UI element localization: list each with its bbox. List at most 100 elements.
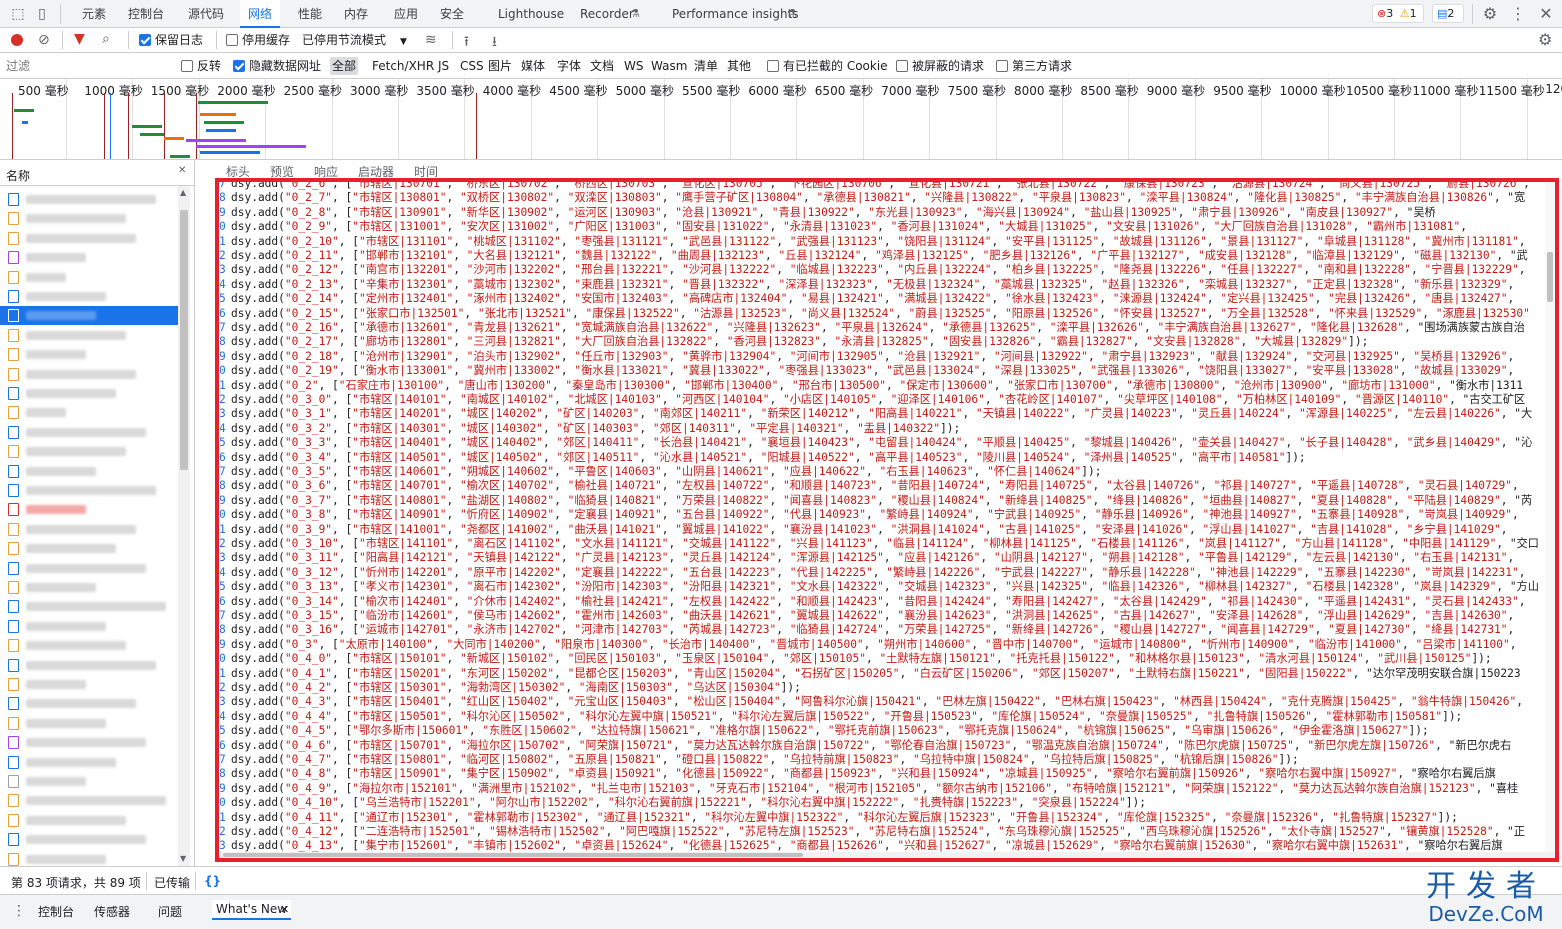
list-item[interactable]	[0, 753, 178, 772]
list-item[interactable]	[0, 539, 178, 558]
network-settings-gear-icon[interactable]: ⚙	[1538, 30, 1552, 49]
drawer-tab-0[interactable]: 控制台	[38, 903, 74, 920]
list-item[interactable]	[0, 462, 178, 481]
list-item[interactable]	[0, 656, 178, 675]
list-item[interactable]	[0, 248, 178, 267]
checkbox-unchecked-icon[interactable]	[767, 60, 779, 72]
filter-type-2[interactable]: JS	[436, 57, 451, 75]
filter-type-0[interactable]: 全部	[330, 57, 359, 75]
filter-type-1[interactable]: Fetch/XHR	[370, 57, 436, 75]
list-item[interactable]	[0, 714, 178, 733]
hide-data-urls-checkbox[interactable]: 隐藏数据网址	[233, 58, 321, 74]
scroll-up-icon[interactable]: ▲	[180, 188, 186, 197]
search-icon[interactable]: ⌕	[102, 31, 110, 47]
tab-4[interactable]: 性能	[290, 0, 330, 28]
filter-input[interactable]	[4, 56, 170, 76]
drawer-menu-icon[interactable]: ⋮	[12, 903, 26, 919]
list-item[interactable]	[0, 636, 178, 655]
list-item[interactable]	[0, 345, 178, 364]
checkbox-unchecked-icon[interactable]	[181, 60, 193, 72]
list-item[interactable]	[0, 268, 178, 287]
third-party-checkbox[interactable]: 第三方请求	[996, 58, 1072, 74]
filter-type-10[interactable]: 清单	[692, 57, 720, 75]
invert-checkbox[interactable]: 反转	[181, 58, 221, 74]
settings-gear-icon[interactable]: ⚙	[1482, 6, 1498, 22]
tab-3[interactable]: 网络	[240, 0, 281, 28]
filter-type-8[interactable]: WS	[622, 57, 645, 75]
tab-2[interactable]: 源代码	[180, 0, 232, 28]
list-item[interactable]	[0, 597, 178, 616]
list-item[interactable]	[0, 442, 178, 461]
list-item[interactable]	[0, 229, 178, 248]
list-item[interactable]	[0, 830, 178, 849]
filter-type-3[interactable]: CSS	[458, 57, 486, 75]
list-header[interactable]: 名称 ✕	[0, 160, 194, 186]
export-har-icon[interactable]: ⭳	[492, 31, 497, 55]
network-conditions-icon[interactable]: ≋	[425, 32, 437, 48]
issues-badge[interactable]: ⊗3 ⚠1	[1372, 4, 1424, 23]
record-icon[interactable]	[11, 34, 23, 46]
tab-0[interactable]: 元素	[74, 0, 114, 28]
close-devtools-icon[interactable]: ✕	[1538, 6, 1554, 22]
filter-type-4[interactable]: 图片	[486, 57, 514, 75]
scroll-down-icon[interactable]: ▼	[180, 854, 186, 863]
tab-10[interactable]: Performance insights	[664, 0, 807, 28]
checkbox-unchecked-icon[interactable]	[996, 60, 1008, 72]
list-item[interactable]	[0, 287, 178, 306]
inspect-element-icon[interactable]: ⬚	[10, 6, 26, 22]
blocked-cookies-checkbox[interactable]: 有已拦截的 Cookie	[767, 58, 888, 74]
disable-cache-checkbox[interactable]: 停用缓存	[226, 32, 290, 49]
list-item[interactable]	[0, 423, 178, 442]
filter-type-6[interactable]: 字体	[555, 57, 583, 75]
filter-type-9[interactable]: Wasm	[649, 57, 689, 75]
drawer-tab-2[interactable]: 问题	[158, 903, 182, 920]
device-toolbar-icon[interactable]: ▯	[34, 6, 50, 22]
list-item[interactable]	[0, 403, 178, 422]
preserve-log-checkbox[interactable]: 保留日志	[139, 32, 203, 49]
code-horizontal-scrollbar[interactable]	[219, 852, 1555, 858]
list-item[interactable]	[0, 811, 178, 830]
import-har-icon[interactable]: ⭱	[464, 31, 469, 55]
list-item[interactable]	[0, 209, 178, 228]
tab-6[interactable]: 应用	[386, 0, 426, 28]
messages-badge[interactable]: ▤2	[1432, 4, 1464, 23]
blocked-requests-checkbox[interactable]: 被屏蔽的请求	[896, 58, 984, 74]
list-item[interactable]	[0, 384, 178, 403]
tab-1[interactable]: 控制台	[120, 0, 172, 28]
response-viewer[interactable]: 7 dsy.add("0_2_6", ["市辖区|130701", "桥东区|13…	[215, 178, 1559, 862]
filter-type-11[interactable]: 其他	[725, 57, 753, 75]
code-scrollbar-thumb[interactable]	[1547, 252, 1553, 302]
tab-5[interactable]: 内存	[336, 0, 376, 28]
list-item[interactable]	[0, 578, 178, 597]
network-overview-timeline[interactable]: 500 毫秒 1000 毫秒 1500 毫秒 2000 毫秒 2500 毫秒 3000 毫…	[0, 79, 1562, 160]
code-hscroll-thumb[interactable]	[223, 853, 803, 857]
list-item[interactable]	[0, 694, 178, 713]
close-tab-icon[interactable]: ✕	[280, 903, 289, 916]
list-item[interactable]	[0, 675, 178, 694]
list-item[interactable]	[0, 190, 178, 209]
filter-icon[interactable]: ▼	[74, 31, 85, 47]
list-item[interactable]	[0, 365, 178, 384]
list-scrollbar-thumb[interactable]	[180, 210, 188, 470]
close-icon[interactable]: ✕	[178, 165, 186, 176]
list-item[interactable]	[0, 617, 178, 636]
list-item[interactable]	[0, 481, 178, 500]
list-item[interactable]	[0, 733, 178, 752]
list-item[interactable]	[0, 559, 178, 578]
filter-type-7[interactable]: 文档	[588, 57, 616, 75]
list-item[interactable]	[0, 850, 178, 866]
clear-icon[interactable]: ⊘	[38, 32, 50, 48]
throttling-select[interactable]: 已停用节流模式 ▼	[302, 32, 407, 49]
drawer-tab-1[interactable]: 传感器	[94, 903, 130, 920]
list-item[interactable]	[0, 791, 178, 810]
code-vertical-scrollbar[interactable]	[1545, 182, 1555, 858]
checkbox-checked-icon[interactable]	[139, 34, 151, 46]
list-item[interactable]	[0, 520, 178, 539]
list-item[interactable]	[0, 772, 178, 791]
list-item[interactable]	[0, 500, 178, 519]
list-item[interactable]	[0, 326, 178, 345]
list-scrollbar[interactable]: ▲ ▼	[178, 186, 190, 866]
checkbox-unchecked-icon[interactable]	[226, 34, 238, 46]
tab-8[interactable]: Lighthouse	[490, 0, 572, 28]
more-options-icon[interactable]: ⋮	[1510, 6, 1526, 22]
